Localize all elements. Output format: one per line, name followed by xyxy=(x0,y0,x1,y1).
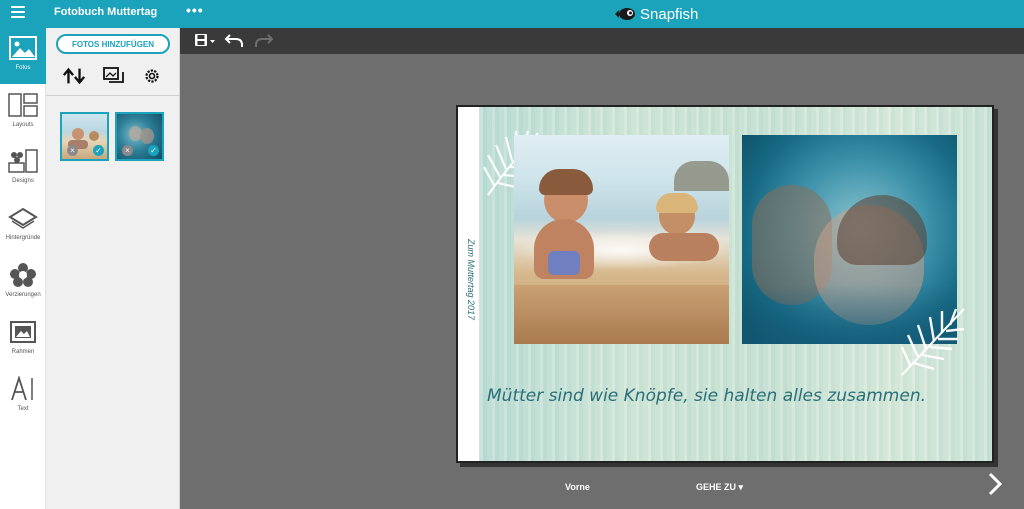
beach-kids-thumb[interactable]: × ✓ xyxy=(60,112,109,161)
add-photos-button[interactable]: FOTOS HINZUFÜGEN xyxy=(56,34,170,54)
brand-name: Snapfish xyxy=(640,5,699,23)
photo-panel: FOTOS HINZUFÜGEN × ✓ × ✓ xyxy=(46,28,180,509)
backgrounds-icon xyxy=(8,204,38,232)
nav-frames[interactable]: Rahmen xyxy=(0,312,46,368)
layouts-icon xyxy=(8,91,38,119)
project-title[interactable]: Fotobuch Muttertag xyxy=(54,6,157,18)
nav-frames-label: Rahmen xyxy=(11,349,35,355)
photo-used-check-icon: ✓ xyxy=(93,145,104,156)
next-page-icon[interactable] xyxy=(986,472,1004,501)
photo-swap-icon[interactable] xyxy=(102,64,126,88)
settings-icon[interactable] xyxy=(140,64,164,88)
top-bar: Fotobuch Muttertag ••• Snapfish xyxy=(0,0,1024,28)
nav-photos[interactable]: Fotos xyxy=(0,28,46,84)
spine-text[interactable]: Zum Muttertag 2017 xyxy=(466,239,476,359)
panel-divider xyxy=(46,95,180,96)
page-label: Vorne xyxy=(565,482,590,492)
photobook-cover-page[interactable]: Zum Muttertag 2017 xyxy=(456,105,994,463)
nav-backgrounds-label: Hintergründe xyxy=(5,235,41,241)
editor-toolbar xyxy=(180,28,1024,54)
save-icon[interactable] xyxy=(194,31,216,51)
palm-leaf-decoration[interactable] xyxy=(898,303,970,381)
nav-text-label: Text xyxy=(17,406,29,412)
left-sidebar: Fotos Layouts Designs Hintergründe Verzi… xyxy=(0,28,46,509)
book-spine[interactable]: Zum Muttertag 2017 xyxy=(458,107,480,461)
nav-text[interactable]: Text xyxy=(0,369,46,425)
nav-embellishments-label: Verzierungen xyxy=(5,292,41,298)
panel-toolbar xyxy=(46,62,180,92)
sort-icon[interactable] xyxy=(62,64,86,88)
designs-icon xyxy=(8,147,38,175)
goto-page-dropdown[interactable]: GEHE ZU ▾ xyxy=(696,482,743,493)
text-icon xyxy=(10,375,36,403)
frames-icon xyxy=(10,318,36,346)
remove-photo-icon[interactable]: × xyxy=(67,145,78,156)
quote-text[interactable]: Mütter sind wie Knöpfe, sie halten alles… xyxy=(487,386,926,406)
brand-logo[interactable]: Snapfish xyxy=(614,3,698,25)
redo-icon[interactable] xyxy=(254,31,274,51)
nav-backgrounds[interactable]: Hintergründe xyxy=(0,198,46,254)
remove-photo-icon[interactable]: × xyxy=(122,145,133,156)
nav-photos-label: Fotos xyxy=(15,65,31,71)
beach-kids-photo[interactable] xyxy=(514,135,729,344)
photos-icon xyxy=(9,34,37,62)
undo-icon[interactable] xyxy=(224,31,244,51)
nav-designs[interactable]: Designs xyxy=(0,141,46,197)
photo-used-check-icon: ✓ xyxy=(148,145,159,156)
nav-layouts[interactable]: Layouts xyxy=(0,85,46,141)
nav-designs-label: Designs xyxy=(12,178,34,184)
embellishments-icon xyxy=(9,261,37,289)
menu-icon[interactable] xyxy=(11,6,25,20)
nav-layouts-label: Layouts xyxy=(12,122,34,128)
nav-embellishments[interactable]: Verzierungen xyxy=(0,255,46,311)
mother-daughter-thumb[interactable]: × ✓ xyxy=(115,112,164,161)
fish-logo-icon xyxy=(615,8,635,20)
more-options-icon[interactable]: ••• xyxy=(186,2,204,18)
